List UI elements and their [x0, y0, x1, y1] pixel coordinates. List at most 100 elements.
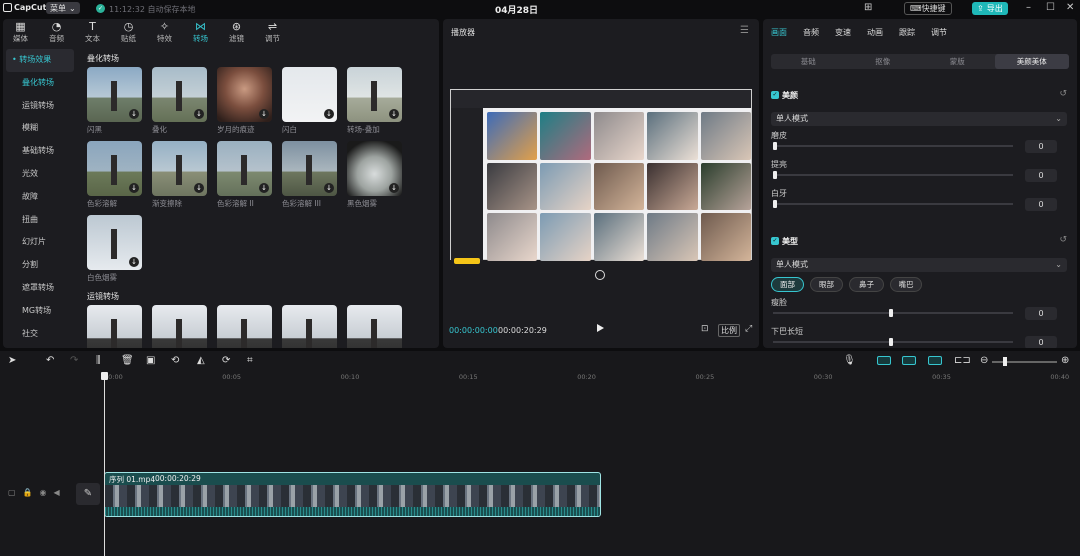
transition-item[interactable]: ↓ 白色烟雾 — [87, 215, 142, 286]
freeze-icon[interactable]: ▣ — [146, 355, 155, 366]
category-item[interactable]: 扭曲 — [6, 209, 74, 232]
slider-track[interactable] — [773, 145, 1013, 147]
camera-transition-item[interactable] — [217, 305, 272, 348]
reset-icon[interactable]: ↺ — [1059, 89, 1067, 99]
download-icon[interactable]: ↓ — [259, 109, 269, 119]
camera-transition-item[interactable] — [347, 305, 402, 348]
category-item[interactable]: • 转场效果 — [6, 49, 74, 72]
ratio-button[interactable]: 比例 — [718, 324, 740, 337]
menu-icon[interactable]: ☰ — [740, 25, 749, 36]
zoom-in-icon[interactable]: ⊕ — [1061, 355, 1069, 366]
tab-2[interactable]: T 文本 — [79, 19, 106, 45]
part-pill[interactable]: 眼部 — [810, 277, 843, 292]
slider-value[interactable]: 0 — [1025, 198, 1057, 211]
export-button[interactable]: ⇪ 导出 — [972, 2, 1008, 15]
transition-item[interactable]: ↓ 色彩溶解 III — [282, 141, 337, 212]
part-pill[interactable]: 鼻子 — [849, 277, 884, 292]
category-item[interactable]: 叠化转场 — [6, 72, 74, 95]
crop-icon[interactable]: ⌗ — [247, 355, 253, 366]
delete-icon[interactable]: 🗑 — [121, 355, 134, 366]
transition-item[interactable]: ↓ 转场-叠加 — [347, 67, 402, 138]
fullscreen-icon[interactable]: ⤢ — [745, 324, 752, 334]
shortcut-button[interactable]: ⌨ 快捷键 — [904, 2, 952, 15]
part-pill[interactable]: 面部 — [771, 277, 804, 292]
category-item[interactable]: 故障 — [6, 186, 74, 209]
shape-mode-select[interactable]: 单人模式 ⌄ — [771, 258, 1067, 272]
slider-value[interactable]: 0 — [1025, 140, 1057, 153]
transition-item[interactable]: ↓ 黑色烟雾 — [347, 141, 402, 212]
camera-transition-item[interactable] — [282, 305, 337, 348]
eye-icon[interactable]: ◉ — [40, 488, 47, 497]
microphone-icon[interactable]: 🎙 — [843, 355, 856, 366]
snap-toggle[interactable] — [902, 356, 916, 365]
beauty-mode-select[interactable]: 单人模式 ⌄ — [771, 112, 1067, 126]
preview-axis-toggle[interactable] — [928, 356, 942, 365]
slider-track[interactable] — [773, 341, 1013, 343]
download-icon[interactable]: ↓ — [194, 183, 204, 193]
prop-tab[interactable]: 跟踪 — [899, 27, 931, 38]
prop-tab[interactable]: 变速 — [835, 27, 867, 38]
zoom-out-icon[interactable]: ⊖ — [980, 355, 988, 366]
rotate-icon[interactable] — [595, 270, 605, 280]
camera-transition-item[interactable] — [87, 305, 142, 348]
category-item[interactable]: 基础转场 — [6, 140, 74, 163]
download-icon[interactable]: ↓ — [389, 183, 399, 193]
shape-checkbox[interactable]: ✓ — [771, 237, 779, 245]
reverse-icon[interactable]: ⟲ — [171, 355, 179, 366]
category-item[interactable]: 模糊 — [6, 117, 74, 140]
transition-item[interactable]: ↓ 闪黑 — [87, 67, 142, 138]
link-toggle[interactable] — [877, 356, 891, 365]
tab-6[interactable]: ⊛ 滤镜 — [223, 19, 250, 45]
transition-item[interactable]: ↓ 叠化 — [152, 67, 207, 138]
prop-tab[interactable]: 动画 — [867, 27, 899, 38]
slider-knob[interactable] — [773, 171, 777, 179]
category-item[interactable]: 社交 — [6, 323, 74, 346]
playhead[interactable] — [104, 373, 105, 556]
transition-item[interactable]: ↓ 岁月的痕迹 — [217, 67, 272, 138]
transition-item[interactable]: ↓ 闪白 — [282, 67, 337, 138]
download-icon[interactable]: ↓ — [324, 183, 334, 193]
layout-icon[interactable]: ⊞ — [864, 2, 872, 13]
transition-item[interactable]: ↓ 色彩溶解 II — [217, 141, 272, 212]
slider-track[interactable] — [773, 312, 1013, 314]
undo-icon[interactable]: ↶ — [46, 355, 54, 366]
slider-value[interactable]: 0 — [1025, 307, 1057, 320]
split-view-icon[interactable]: ⊏⊐ — [954, 355, 971, 366]
reset-icon-2[interactable]: ↺ — [1059, 235, 1067, 245]
split-icon[interactable]: ⫼ — [96, 355, 101, 366]
download-icon[interactable]: ↓ — [194, 109, 204, 119]
prop-tab[interactable]: 画面 — [771, 27, 803, 38]
edit-cover-button[interactable]: ✎ — [76, 483, 100, 505]
category-item[interactable]: 光效 — [6, 163, 74, 186]
slider-track[interactable] — [773, 203, 1013, 205]
segment-option[interactable]: 蒙版 — [920, 54, 995, 69]
menu-button[interactable]: 菜单 ⌄ — [46, 2, 80, 14]
category-item[interactable]: 遮罩转场 — [6, 277, 74, 300]
tab-7[interactable]: ⇌ 调节 — [259, 19, 286, 45]
preview-canvas[interactable] — [450, 89, 752, 264]
redo-icon[interactable]: ↷ — [70, 355, 78, 366]
slider-knob[interactable] — [773, 142, 777, 150]
slider-knob[interactable] — [889, 309, 893, 317]
transition-item[interactable]: ↓ 渐变擦除 — [152, 141, 207, 212]
playhead-handle[interactable] — [101, 372, 108, 380]
category-item[interactable]: 分割 — [6, 254, 74, 277]
transition-item[interactable]: ↓ 色彩溶解 — [87, 141, 142, 212]
category-item[interactable]: MG转场 — [6, 300, 74, 323]
audio-icon[interactable]: ◀ — [54, 488, 60, 497]
lock-icon[interactable]: 🔒 — [23, 488, 33, 497]
slider-value[interactable]: 0 — [1025, 169, 1057, 182]
prop-tab[interactable]: 音频 — [803, 27, 835, 38]
segment-option[interactable]: 抠像 — [846, 54, 921, 69]
zoom-slider[interactable] — [992, 361, 1057, 363]
download-icon[interactable]: ↓ — [389, 109, 399, 119]
camera-transition-item[interactable] — [152, 305, 207, 348]
zoom-knob[interactable] — [1003, 357, 1007, 366]
download-icon[interactable]: ↓ — [129, 257, 139, 267]
category-item[interactable]: 运镜转场 — [6, 95, 74, 118]
tab-3[interactable]: ◷ 贴纸 — [115, 19, 142, 45]
tab-0[interactable]: ▦ 媒体 — [7, 19, 34, 45]
minimize-icon[interactable]: – — [1026, 2, 1031, 13]
rotate-clip-icon[interactable]: ⟳ — [222, 355, 230, 366]
download-icon[interactable]: ↓ — [129, 183, 139, 193]
